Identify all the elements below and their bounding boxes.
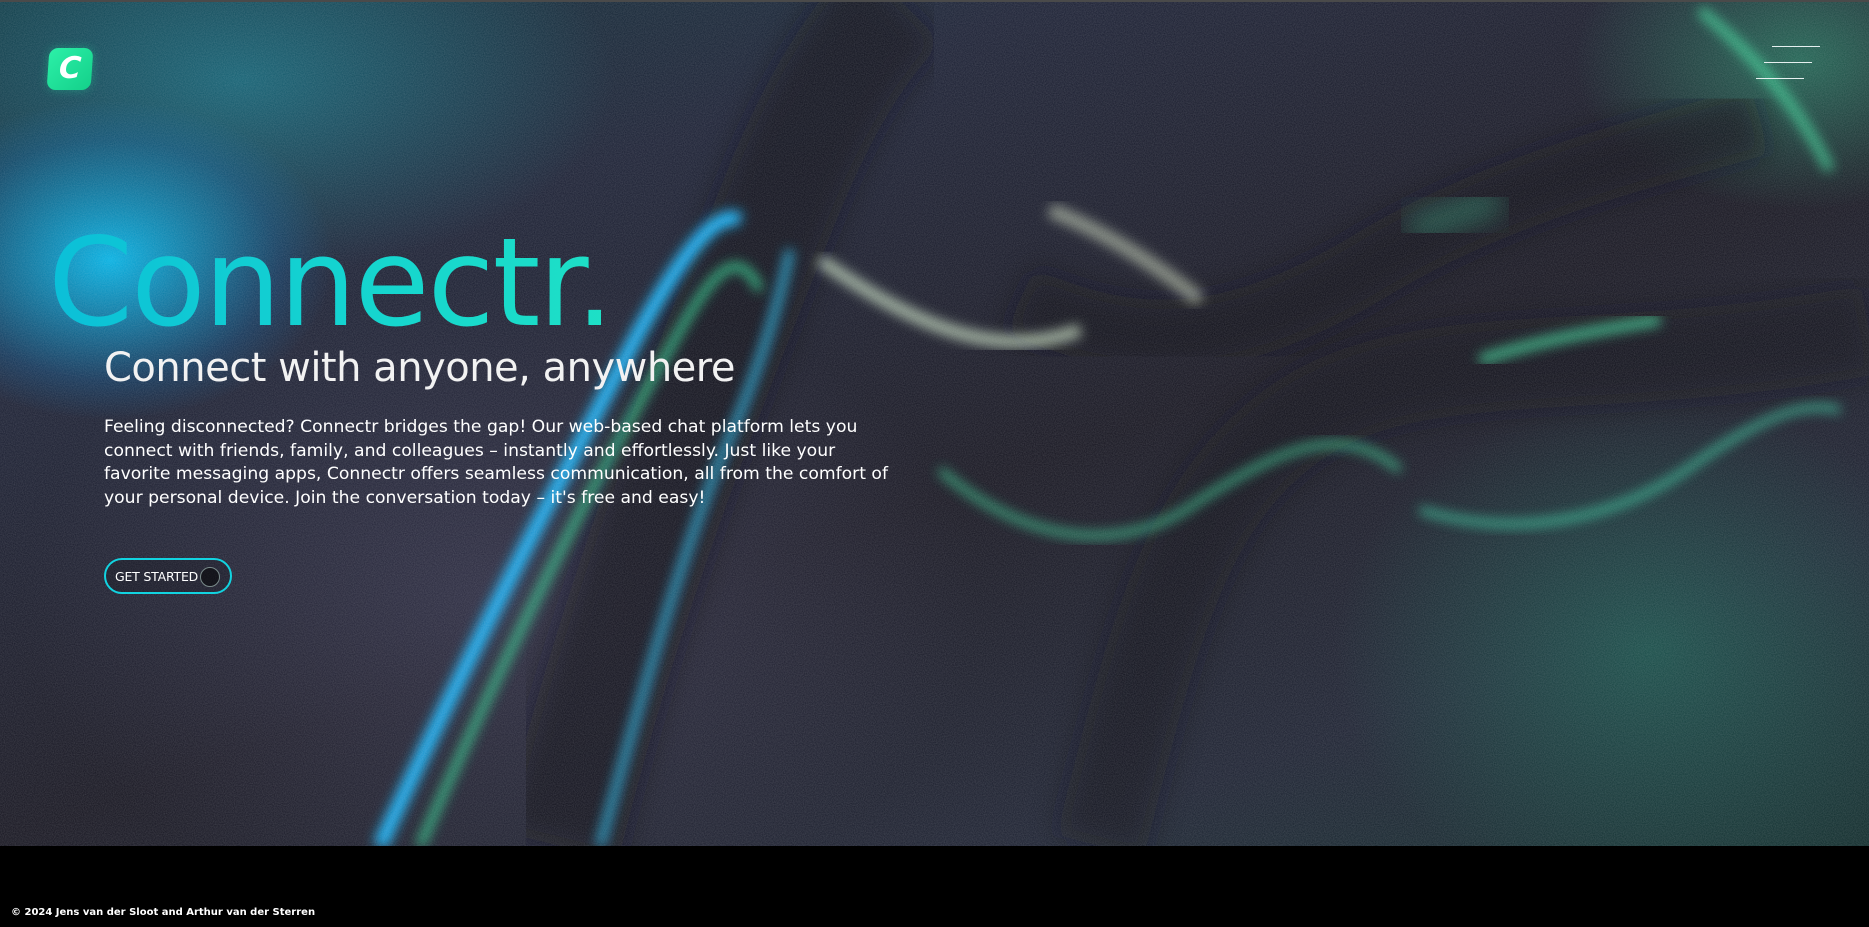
footer-copyright: © 2024 Jens van der Sloot and Arthur van… xyxy=(11,907,316,918)
connectr-logo[interactable]: C xyxy=(46,48,94,90)
hamburger-menu-icon[interactable] xyxy=(1756,40,1820,86)
brand-title: Connectr. xyxy=(48,212,614,354)
logo-letter: C xyxy=(57,51,83,86)
get-started-button[interactable]: GET STARTED xyxy=(104,558,232,594)
menu-line-top xyxy=(1772,46,1820,47)
hero-tagline: Connect with anyone, anywhere xyxy=(104,345,735,391)
top-border xyxy=(0,0,1869,2)
menu-line-middle xyxy=(1764,62,1812,63)
get-started-label: GET STARTED xyxy=(115,568,199,584)
hero-description: Feeling disconnected? Connectr bridges t… xyxy=(104,417,889,508)
arrow-circle-icon xyxy=(200,567,220,587)
menu-line-bottom xyxy=(1756,78,1804,79)
